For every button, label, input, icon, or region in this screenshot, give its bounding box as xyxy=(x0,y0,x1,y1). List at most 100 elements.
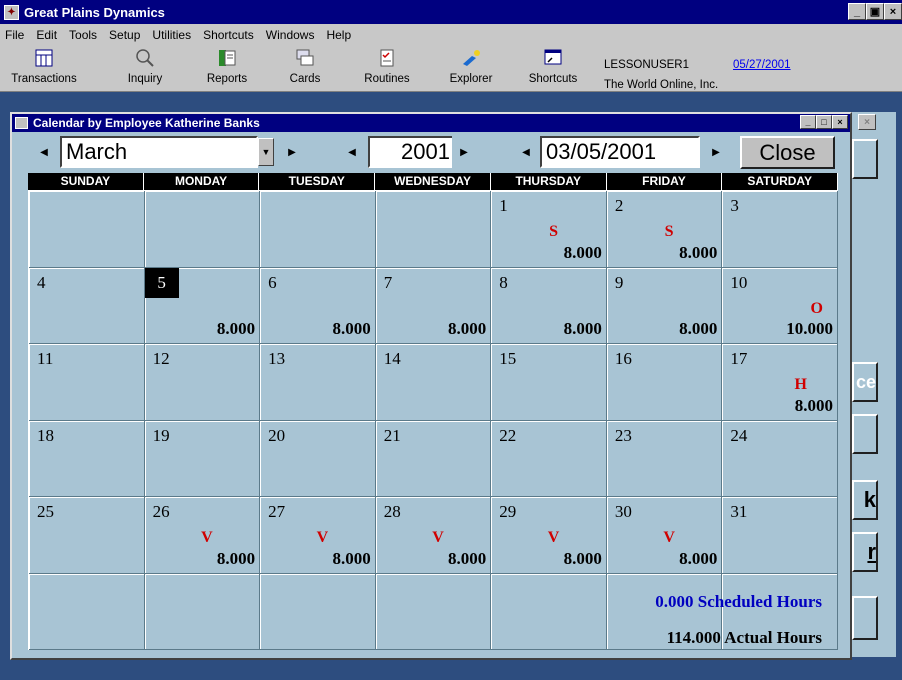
day-number: 15 xyxy=(499,349,517,368)
calendar-day-28[interactable]: 28 V 8.000 xyxy=(375,497,492,574)
menu-setup[interactable]: Setup xyxy=(108,28,141,42)
cards-icon xyxy=(294,47,316,69)
calendar-day-3[interactable]: 3 xyxy=(722,191,838,268)
date-next-arrow[interactable]: ▶ xyxy=(704,136,728,168)
calendar-day-23[interactable]: 23 xyxy=(606,420,723,497)
day-number: 29 xyxy=(499,502,517,521)
calendar-empty-cell xyxy=(491,573,607,650)
calendar-day-1[interactable]: 1 S 8.000 xyxy=(491,191,607,268)
month-select[interactable]: March xyxy=(60,136,258,168)
background-close-button[interactable]: × xyxy=(858,114,876,130)
close-app-button[interactable]: × xyxy=(884,3,902,20)
calendar-day-30[interactable]: 30 V 8.000 xyxy=(606,497,723,574)
calendar-day-11[interactable]: 11 xyxy=(29,344,145,421)
scheduled-hours: 0.000 Scheduled Hours xyxy=(655,592,822,611)
day-hours: 8.000 xyxy=(679,242,718,262)
calendar-empty-cell xyxy=(260,573,376,650)
window-close-button[interactable]: × xyxy=(832,115,848,129)
weekday-friday: FRIDAY xyxy=(607,173,723,190)
background-button-2[interactable]: ce xyxy=(852,362,878,402)
weekday-saturday: SATURDAY xyxy=(722,173,839,190)
toolbar-routines-button[interactable]: Routines xyxy=(358,47,416,85)
maximize-button[interactable]: ▣ xyxy=(866,3,884,20)
toolbar-shortcuts-button[interactable]: Shortcuts xyxy=(522,47,584,85)
year-field[interactable]: 2001 xyxy=(368,136,456,168)
background-button-1[interactable] xyxy=(852,139,878,179)
user-date-link[interactable]: 05/27/2001 xyxy=(733,59,791,71)
menu-windows[interactable]: Windows xyxy=(265,28,316,42)
calendar-day-21[interactable]: 21 xyxy=(375,420,492,497)
window-maximize-button[interactable]: □ xyxy=(816,115,832,129)
background-button-4[interactable]: k xyxy=(852,480,878,520)
weekday-header: SUNDAY MONDAY TUESDAY WEDNESDAY THURSDAY… xyxy=(28,173,839,190)
minimize-button[interactable]: _ xyxy=(848,3,866,20)
date-prev-arrow[interactable]: ◀ xyxy=(514,136,538,168)
background-button-5[interactable]: r xyxy=(852,532,878,572)
day-number: 4 xyxy=(37,272,46,292)
calendar-day-7[interactable]: 7 8.000 xyxy=(375,267,492,344)
actual-hours: 114.000 Actual Hours xyxy=(666,628,822,647)
menu-file[interactable]: File xyxy=(4,28,25,42)
close-button[interactable]: Close xyxy=(740,136,835,169)
calendar-day-8[interactable]: 8 8.000 xyxy=(491,267,607,344)
day-hours: 8.000 xyxy=(563,548,602,568)
calendar-day-20[interactable]: 20 xyxy=(260,420,376,497)
calendar-day-24[interactable]: 24 xyxy=(722,420,838,497)
explorer-icon xyxy=(460,47,482,69)
toolbar-transactions-button[interactable]: Transactions xyxy=(4,47,84,85)
day-number: 24 xyxy=(730,425,748,445)
month-prev-arrow[interactable]: ◀ xyxy=(32,136,56,168)
toolbar-reports-button[interactable]: Reports xyxy=(198,47,256,85)
toolbar-inquiry-button[interactable]: Inquiry xyxy=(120,47,170,85)
day-number: 25 xyxy=(37,502,54,521)
day-hours: 8.000 xyxy=(216,319,256,338)
calendar-day-29[interactable]: 29 V 8.000 xyxy=(491,497,607,574)
menu-help[interactable]: Help xyxy=(325,28,352,42)
year-next-arrow[interactable]: ▶ xyxy=(452,136,476,168)
app-icon: ✦ xyxy=(4,4,19,20)
toolbar-cards-button[interactable]: Cards xyxy=(280,47,330,85)
calendar-day-14[interactable]: 14 xyxy=(375,344,492,421)
menu-shortcuts[interactable]: Shortcuts xyxy=(202,28,255,42)
background-button-6[interactable] xyxy=(852,596,878,640)
toolbar-explorer-button[interactable]: Explorer xyxy=(440,47,502,85)
month-next-arrow[interactable]: ▶ xyxy=(280,136,304,168)
calendar-day-13[interactable]: 13 xyxy=(260,344,376,421)
calendar-day-31[interactable]: 31 xyxy=(722,497,838,574)
calendar-day-4[interactable]: 4 xyxy=(29,267,145,344)
calendar-empty-cell xyxy=(375,191,492,268)
calendar-day-19[interactable]: 19 xyxy=(144,420,261,497)
calendar-day-27[interactable]: 27 V 8.000 xyxy=(260,497,376,574)
calendar-day-9[interactable]: 9 8.000 xyxy=(606,267,723,344)
calendar-day-22[interactable]: 22 xyxy=(491,420,607,497)
calendar-day-18[interactable]: 18 xyxy=(29,420,145,497)
month-dropdown-icon[interactable]: ▼ xyxy=(258,138,274,166)
year-value: 2001 xyxy=(401,139,450,164)
calendar-day-12[interactable]: 12 xyxy=(144,344,261,421)
menu-tools[interactable]: Tools xyxy=(68,28,98,42)
calendar-day-17[interactable]: 17 H 8.000 xyxy=(722,344,838,421)
day-code: H xyxy=(794,376,807,393)
calendar-day-10[interactable]: 10 O 10.000 xyxy=(722,267,838,344)
transactions-icon xyxy=(33,47,55,69)
calendar-day-6[interactable]: 6 8.000 xyxy=(260,267,376,344)
calendar-day-16[interactable]: 16 xyxy=(606,344,723,421)
day-number: 23 xyxy=(614,425,632,445)
calendar-day-15[interactable]: 15 xyxy=(491,344,607,421)
reports-icon xyxy=(216,47,238,69)
day-hours: 8.000 xyxy=(448,548,487,568)
day-hours: 8.000 xyxy=(332,319,371,338)
background-button-3[interactable] xyxy=(852,414,878,454)
calendar-day-25[interactable]: 25 xyxy=(29,497,145,574)
year-prev-arrow[interactable]: ◀ xyxy=(340,136,364,168)
menu-utilities[interactable]: Utilities xyxy=(151,28,192,42)
calendar-empty-cell xyxy=(144,191,261,268)
calendar-day-5[interactable]: 5 8.000 xyxy=(144,267,261,344)
calendar-day-2[interactable]: 2 S 8.000 xyxy=(606,191,723,268)
day-number: 7 xyxy=(383,272,393,292)
window-minimize-button[interactable]: _ xyxy=(800,115,816,129)
day-code: S xyxy=(664,223,674,240)
calendar-day-26[interactable]: 26 V 8.000 xyxy=(144,497,261,574)
menu-edit[interactable]: Edit xyxy=(35,28,58,42)
date-field[interactable]: 03/05/2001 xyxy=(540,136,700,168)
